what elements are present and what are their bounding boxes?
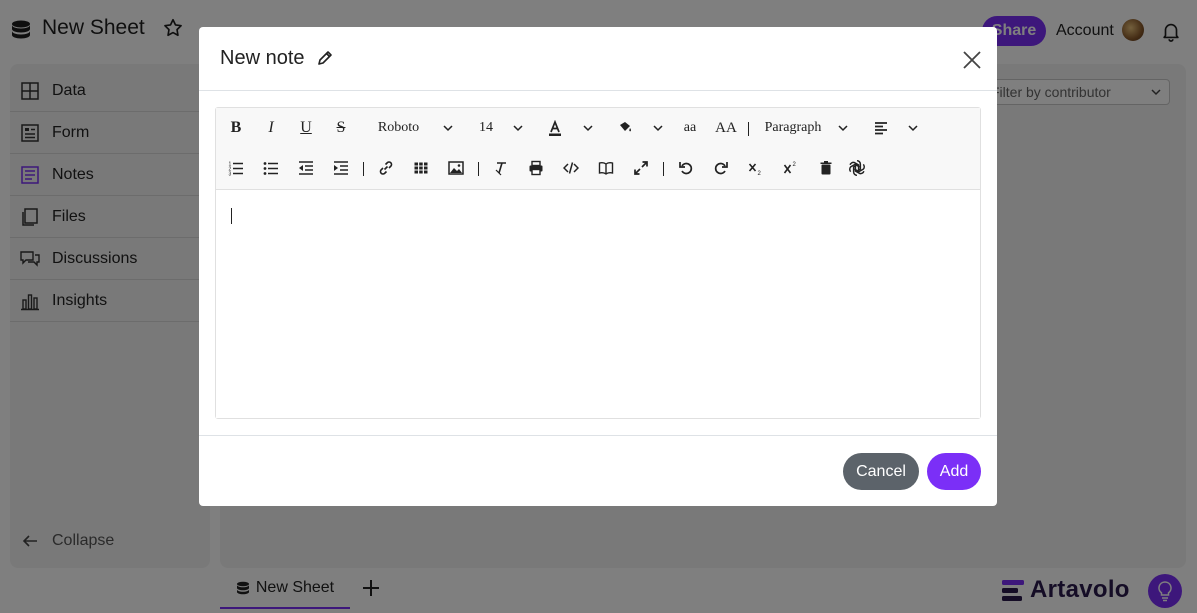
redo-icon: [714, 162, 728, 175]
new-note-modal: New note B I U S Roboto 14 aa AA Paragra…: [199, 27, 997, 506]
subscript-button[interactable]: 2: [746, 155, 766, 181]
background-color-button[interactable]: [614, 115, 636, 141]
add-button[interactable]: Add: [927, 453, 981, 490]
superscript-button[interactable]: 2: [781, 155, 801, 181]
delete-button[interactable]: [816, 155, 836, 181]
undo-button[interactable]: [676, 155, 696, 181]
print-icon: [529, 160, 543, 176]
strikethrough-button[interactable]: S: [331, 115, 351, 141]
table-button[interactable]: [411, 155, 431, 181]
fullscreen-button[interactable]: [631, 155, 651, 181]
superscript-icon: 2: [783, 162, 797, 174]
block-format-select[interactable]: Paragraph: [762, 115, 824, 141]
expand-icon: [634, 161, 648, 175]
image-icon: [448, 161, 464, 175]
image-button[interactable]: [446, 155, 466, 181]
svg-text:2: 2: [793, 162, 797, 168]
outdent-button[interactable]: [296, 155, 316, 181]
toolbar-separator: [478, 162, 479, 176]
modal-title[interactable]: New note: [220, 47, 305, 70]
trash-icon: [820, 161, 832, 175]
openai-icon: [849, 159, 865, 177]
toolbar-separator: [363, 162, 364, 176]
text-cursor: [231, 208, 232, 224]
note-content-area[interactable]: [216, 190, 980, 418]
outdent-icon: [299, 161, 313, 175]
paint-bucket-icon: [620, 122, 632, 132]
pencil-icon[interactable]: [316, 49, 334, 67]
chevron-down-icon[interactable]: [908, 123, 918, 133]
modal-header: New note: [199, 27, 997, 91]
text-color-button[interactable]: [545, 115, 565, 141]
subscript-icon: 2: [748, 163, 762, 176]
underline-button[interactable]: U: [296, 115, 316, 141]
text-color-icon: [549, 120, 561, 136]
code-icon: [563, 162, 579, 174]
close-icon[interactable]: [961, 49, 983, 71]
svg-text:3: 3: [229, 172, 232, 177]
print-button[interactable]: [526, 155, 546, 181]
toolbar-separator: [663, 162, 664, 176]
clear-format-button[interactable]: [491, 155, 511, 181]
font-family-select[interactable]: Roboto: [376, 115, 421, 141]
svg-text:2: 2: [758, 171, 762, 176]
source-code-button[interactable]: [561, 155, 581, 181]
chevron-down-icon[interactable]: [443, 123, 453, 133]
chevron-down-icon[interactable]: [653, 123, 663, 133]
redo-button[interactable]: [711, 155, 731, 181]
indent-button[interactable]: [331, 155, 351, 181]
table-icon: [414, 162, 428, 174]
modal-footer: Cancel Add: [199, 435, 997, 506]
book-open-icon: [598, 162, 614, 175]
chevron-down-icon[interactable]: [838, 123, 848, 133]
chevron-down-icon[interactable]: [583, 123, 593, 133]
ordered-list-icon: 123: [229, 162, 243, 177]
editor-toolbar: B I U S Roboto 14 aa AA Paragraph 1 2 3 …: [216, 108, 980, 190]
bold-button[interactable]: B: [226, 115, 246, 141]
font-size-select[interactable]: 14: [476, 115, 496, 141]
bullet-list-icon: [263, 162, 278, 175]
align-button[interactable]: [871, 115, 891, 141]
link-icon: [379, 161, 393, 175]
ai-assistant-button[interactable]: [846, 155, 868, 181]
preview-button[interactable]: [596, 155, 616, 181]
link-button[interactable]: [376, 155, 396, 181]
cancel-button[interactable]: Cancel: [843, 453, 919, 490]
chevron-down-icon[interactable]: [513, 123, 523, 133]
align-left-icon: [875, 122, 887, 135]
rich-text-editor: B I U S Roboto 14 aa AA Paragraph 1 2 3 …: [215, 107, 981, 419]
ordered-list-button[interactable]: 123: [226, 155, 246, 181]
uppercase-button[interactable]: AA: [714, 115, 738, 141]
toolbar-separator: [748, 122, 749, 136]
lowercase-button[interactable]: aa: [680, 115, 700, 141]
italic-button[interactable]: I: [261, 115, 281, 141]
indent-icon: [334, 161, 348, 175]
clear-format-icon: [495, 162, 506, 176]
bullet-list-button[interactable]: [261, 155, 281, 181]
undo-icon: [679, 162, 693, 175]
